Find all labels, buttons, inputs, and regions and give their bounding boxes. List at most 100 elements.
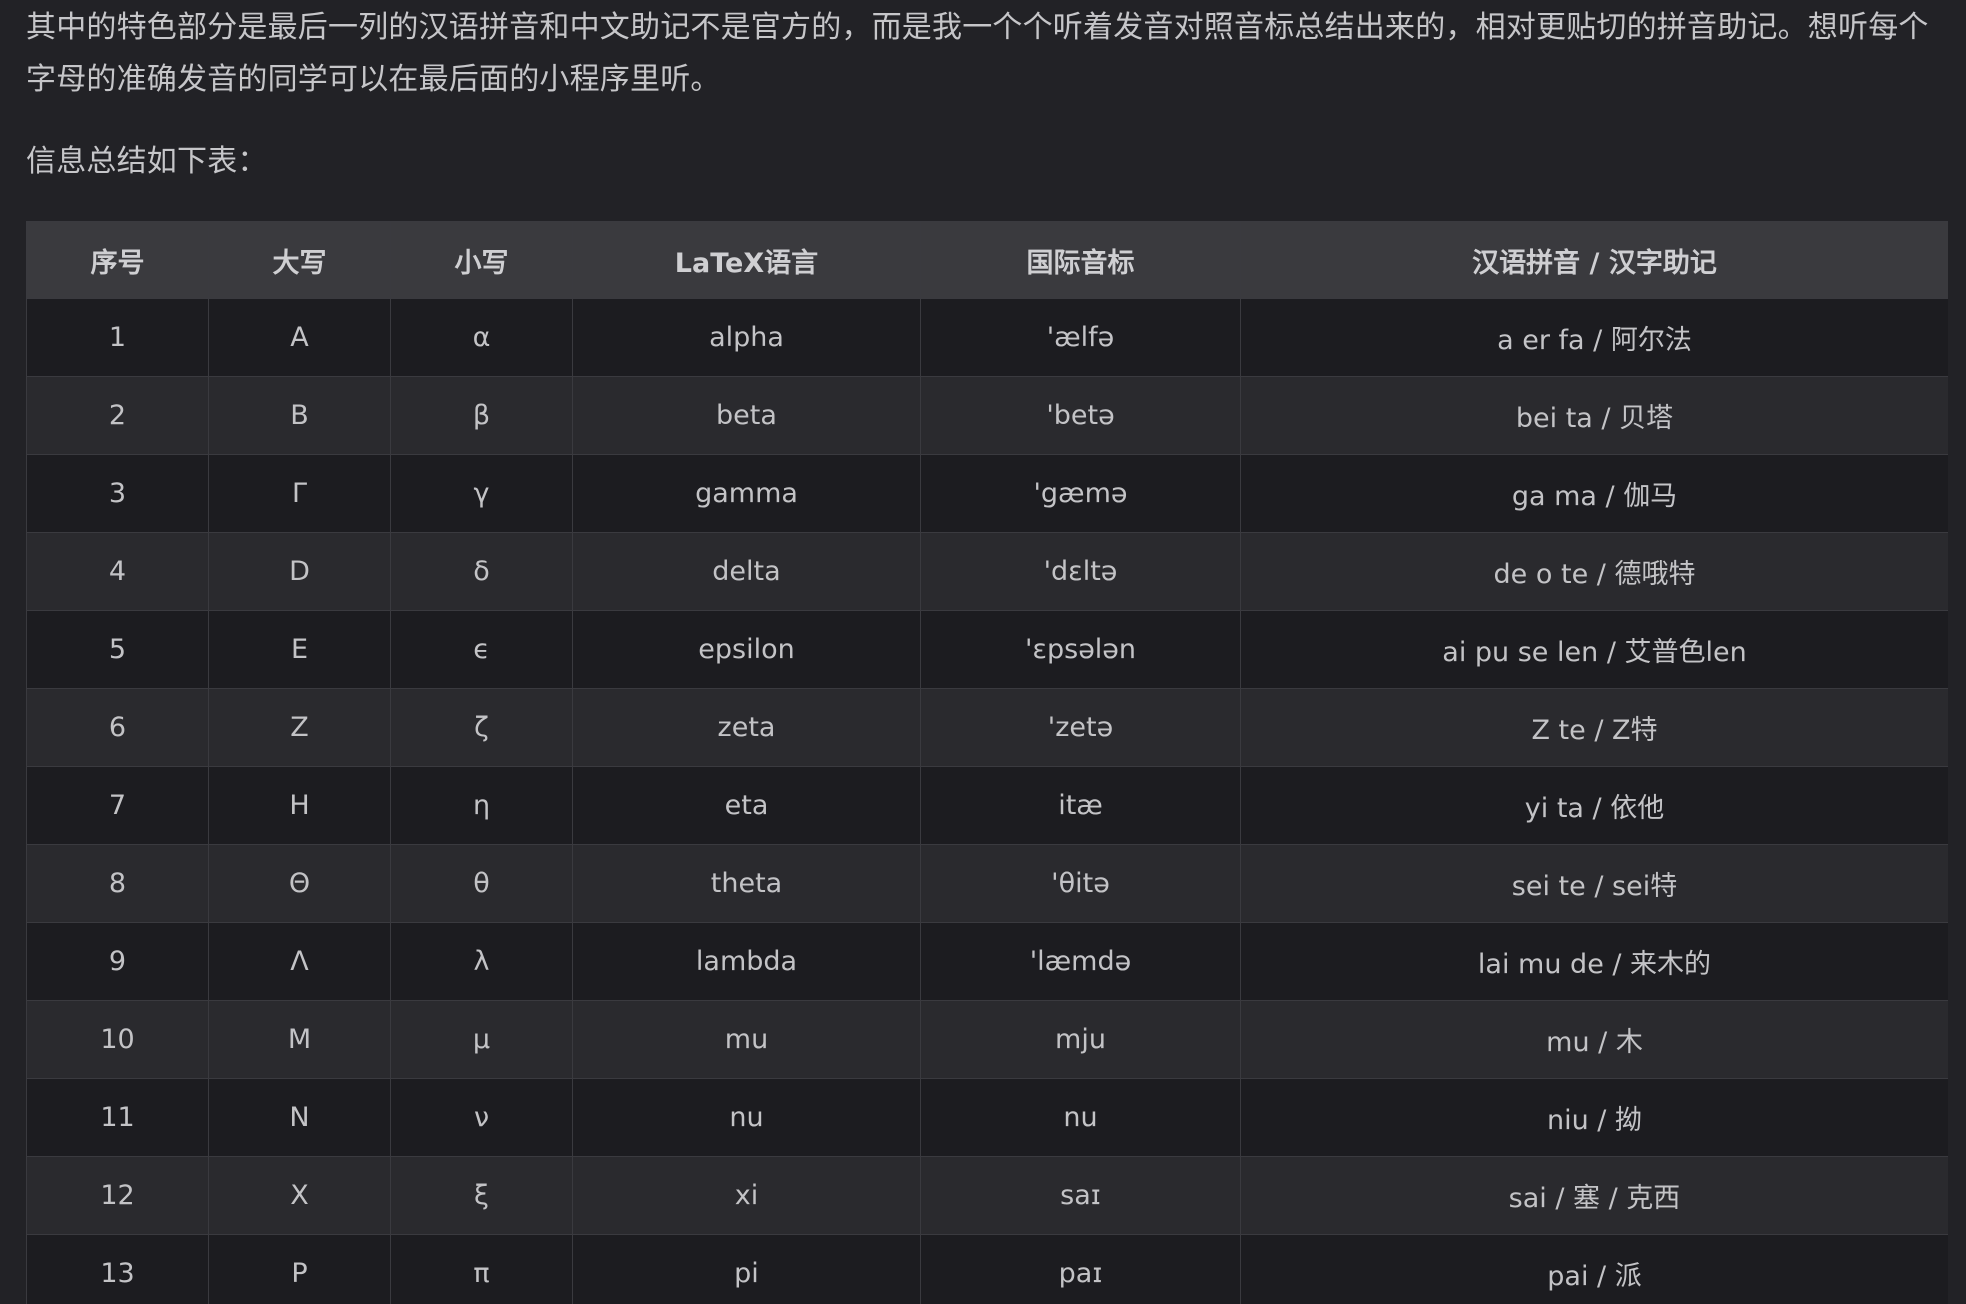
cell-uppercase: Λ	[208, 922, 391, 1001]
cell-latex: eta	[572, 766, 921, 845]
table-row: 8 Θ θ theta 'θitə sei te / sei特	[26, 844, 1948, 923]
cell-ipa: paɪ	[920, 1234, 1241, 1304]
cell-pinyin-mnemonic: lai mu de / 来木的	[1240, 922, 1948, 1001]
table-row: 13 P π pi paɪ pai / 派	[26, 1234, 1948, 1304]
cell-uppercase: D	[208, 532, 391, 611]
cell-ipa: 'dɛltə	[920, 532, 1241, 611]
table-row: 1 A α alpha 'ælfə a er fa / 阿尔法	[26, 298, 1948, 377]
cell-pinyin-mnemonic: yi ta / 依他	[1240, 766, 1948, 845]
cell-pinyin-mnemonic: de o te / 德哦特	[1240, 532, 1948, 611]
article-page: 其中的特色部分是最后一列的汉语拼音和中文助记不是官方的，而是我一个个听着发音对照…	[0, 0, 1966, 1304]
cell-latex: delta	[572, 532, 921, 611]
table-row: 6 Z ζ zeta 'zetə Z te / Z特	[26, 688, 1948, 767]
cell-pinyin-mnemonic: bei ta / 贝塔	[1240, 376, 1948, 455]
cell-index: 8	[26, 844, 209, 923]
table-row: 10 M μ mu mju mu / 木	[26, 1000, 1948, 1079]
table-row: 4 D δ delta 'dɛltə de o te / 德哦特	[26, 532, 1948, 611]
cell-latex: epsilon	[572, 610, 921, 689]
cell-index: 3	[26, 454, 209, 533]
cell-latex: zeta	[572, 688, 921, 767]
cell-latex: gamma	[572, 454, 921, 533]
cell-ipa: 'θitə	[920, 844, 1241, 923]
cell-lowercase: ζ	[390, 688, 573, 767]
cell-uppercase: E	[208, 610, 391, 689]
cell-lowercase: δ	[390, 532, 573, 611]
cell-ipa: saɪ	[920, 1156, 1241, 1235]
cell-index: 5	[26, 610, 209, 689]
cell-index: 12	[26, 1156, 209, 1235]
cell-uppercase: X	[208, 1156, 391, 1235]
cell-pinyin-mnemonic: a er fa / 阿尔法	[1240, 298, 1948, 377]
cell-latex: alpha	[572, 298, 921, 377]
cell-lowercase: η	[390, 766, 573, 845]
cell-pinyin-mnemonic: niu / 拗	[1240, 1078, 1948, 1157]
greek-alphabet-table-container: 序号 大写 小写 LaTeX语言 国际音标 汉语拼音 / 汉字助记 1 A α …	[26, 221, 1948, 1304]
cell-ipa: nu	[920, 1078, 1241, 1157]
cell-lowercase: π	[390, 1234, 573, 1304]
cell-index: 6	[26, 688, 209, 767]
cell-uppercase: N	[208, 1078, 391, 1157]
header-ipa: 国际音标	[920, 221, 1241, 299]
header-pinyin-mnemonic: 汉语拼音 / 汉字助记	[1240, 221, 1948, 299]
cell-uppercase: Z	[208, 688, 391, 767]
header-index: 序号	[26, 221, 209, 299]
cell-index: 7	[26, 766, 209, 845]
cell-uppercase: B	[208, 376, 391, 455]
cell-index: 10	[26, 1000, 209, 1079]
cell-ipa: 'læmdə	[920, 922, 1241, 1001]
cell-uppercase: P	[208, 1234, 391, 1304]
cell-pinyin-mnemonic: Z te / Z特	[1240, 688, 1948, 767]
cell-pinyin-mnemonic: ai pu se len / 艾普色len	[1240, 610, 1948, 689]
cell-pinyin-mnemonic: sai / 塞 / 克西	[1240, 1156, 1948, 1235]
cell-index: 9	[26, 922, 209, 1001]
cell-latex: mu	[572, 1000, 921, 1079]
cell-ipa: mju	[920, 1000, 1241, 1079]
table-row: 12 X ξ xi saɪ sai / 塞 / 克西	[26, 1156, 1948, 1235]
cell-index: 1	[26, 298, 209, 377]
cell-ipa: 'ælfə	[920, 298, 1241, 377]
cell-ipa: 'ɛpsələn	[920, 610, 1241, 689]
cell-latex: theta	[572, 844, 921, 923]
cell-ipa: 'betə	[920, 376, 1241, 455]
cell-lowercase: α	[390, 298, 573, 377]
cell-lowercase: μ	[390, 1000, 573, 1079]
cell-index: 11	[26, 1078, 209, 1157]
cell-lowercase: θ	[390, 844, 573, 923]
table-header: 序号 大写 小写 LaTeX语言 国际音标 汉语拼音 / 汉字助记	[26, 221, 1948, 299]
table-row: 3 Γ γ gamma 'gæmə ga ma / 伽马	[26, 454, 1948, 533]
table-body: 1 A α alpha 'ælfə a er fa / 阿尔法 2 B β be…	[26, 298, 1948, 1304]
cell-latex: beta	[572, 376, 921, 455]
cell-lowercase: ν	[390, 1078, 573, 1157]
header-uppercase: 大写	[208, 221, 391, 299]
intro-paragraph: 其中的特色部分是最后一列的汉语拼音和中文助记不是官方的，而是我一个个听着发音对照…	[26, 10, 1929, 97]
cell-latex: xi	[572, 1156, 921, 1235]
table-row: 5 E ϵ epsilon 'ɛpsələn ai pu se len / 艾普…	[26, 610, 1948, 689]
cell-uppercase: M	[208, 1000, 391, 1079]
cell-lowercase: β	[390, 376, 573, 455]
header-lowercase: 小写	[390, 221, 573, 299]
cell-pinyin-mnemonic: ga ma / 伽马	[1240, 454, 1948, 533]
cell-pinyin-mnemonic: pai / 派	[1240, 1234, 1948, 1304]
greek-alphabet-table: 序号 大写 小写 LaTeX语言 国际音标 汉语拼音 / 汉字助记 1 A α …	[26, 221, 1948, 1304]
cell-latex: pi	[572, 1234, 921, 1304]
table-row: 7 H η eta itæ yi ta / 依他	[26, 766, 1948, 845]
cell-pinyin-mnemonic: sei te / sei特	[1240, 844, 1948, 923]
cell-uppercase: H	[208, 766, 391, 845]
cell-latex: lambda	[572, 922, 921, 1001]
cell-ipa: itæ	[920, 766, 1241, 845]
table-row: 2 B β beta 'betə bei ta / 贝塔	[26, 376, 1948, 455]
cell-lowercase: ϵ	[390, 610, 573, 689]
table-header-row: 序号 大写 小写 LaTeX语言 国际音标 汉语拼音 / 汉字助记	[26, 221, 1948, 299]
cell-index: 2	[26, 376, 209, 455]
cell-ipa: 'gæmə	[920, 454, 1241, 533]
cell-lowercase: λ	[390, 922, 573, 1001]
cell-uppercase: Γ	[208, 454, 391, 533]
cell-index: 4	[26, 532, 209, 611]
cell-ipa: 'zetə	[920, 688, 1241, 767]
table-intro-text: 信息总结如下表：	[26, 144, 268, 179]
table-row: 11 N ν nu nu niu / 拗	[26, 1078, 1948, 1157]
cell-latex: nu	[572, 1078, 921, 1157]
table-row: 9 Λ λ lambda 'læmdə lai mu de / 来木的	[26, 922, 1948, 1001]
header-latex: LaTeX语言	[572, 221, 921, 299]
cell-index: 13	[26, 1234, 209, 1304]
